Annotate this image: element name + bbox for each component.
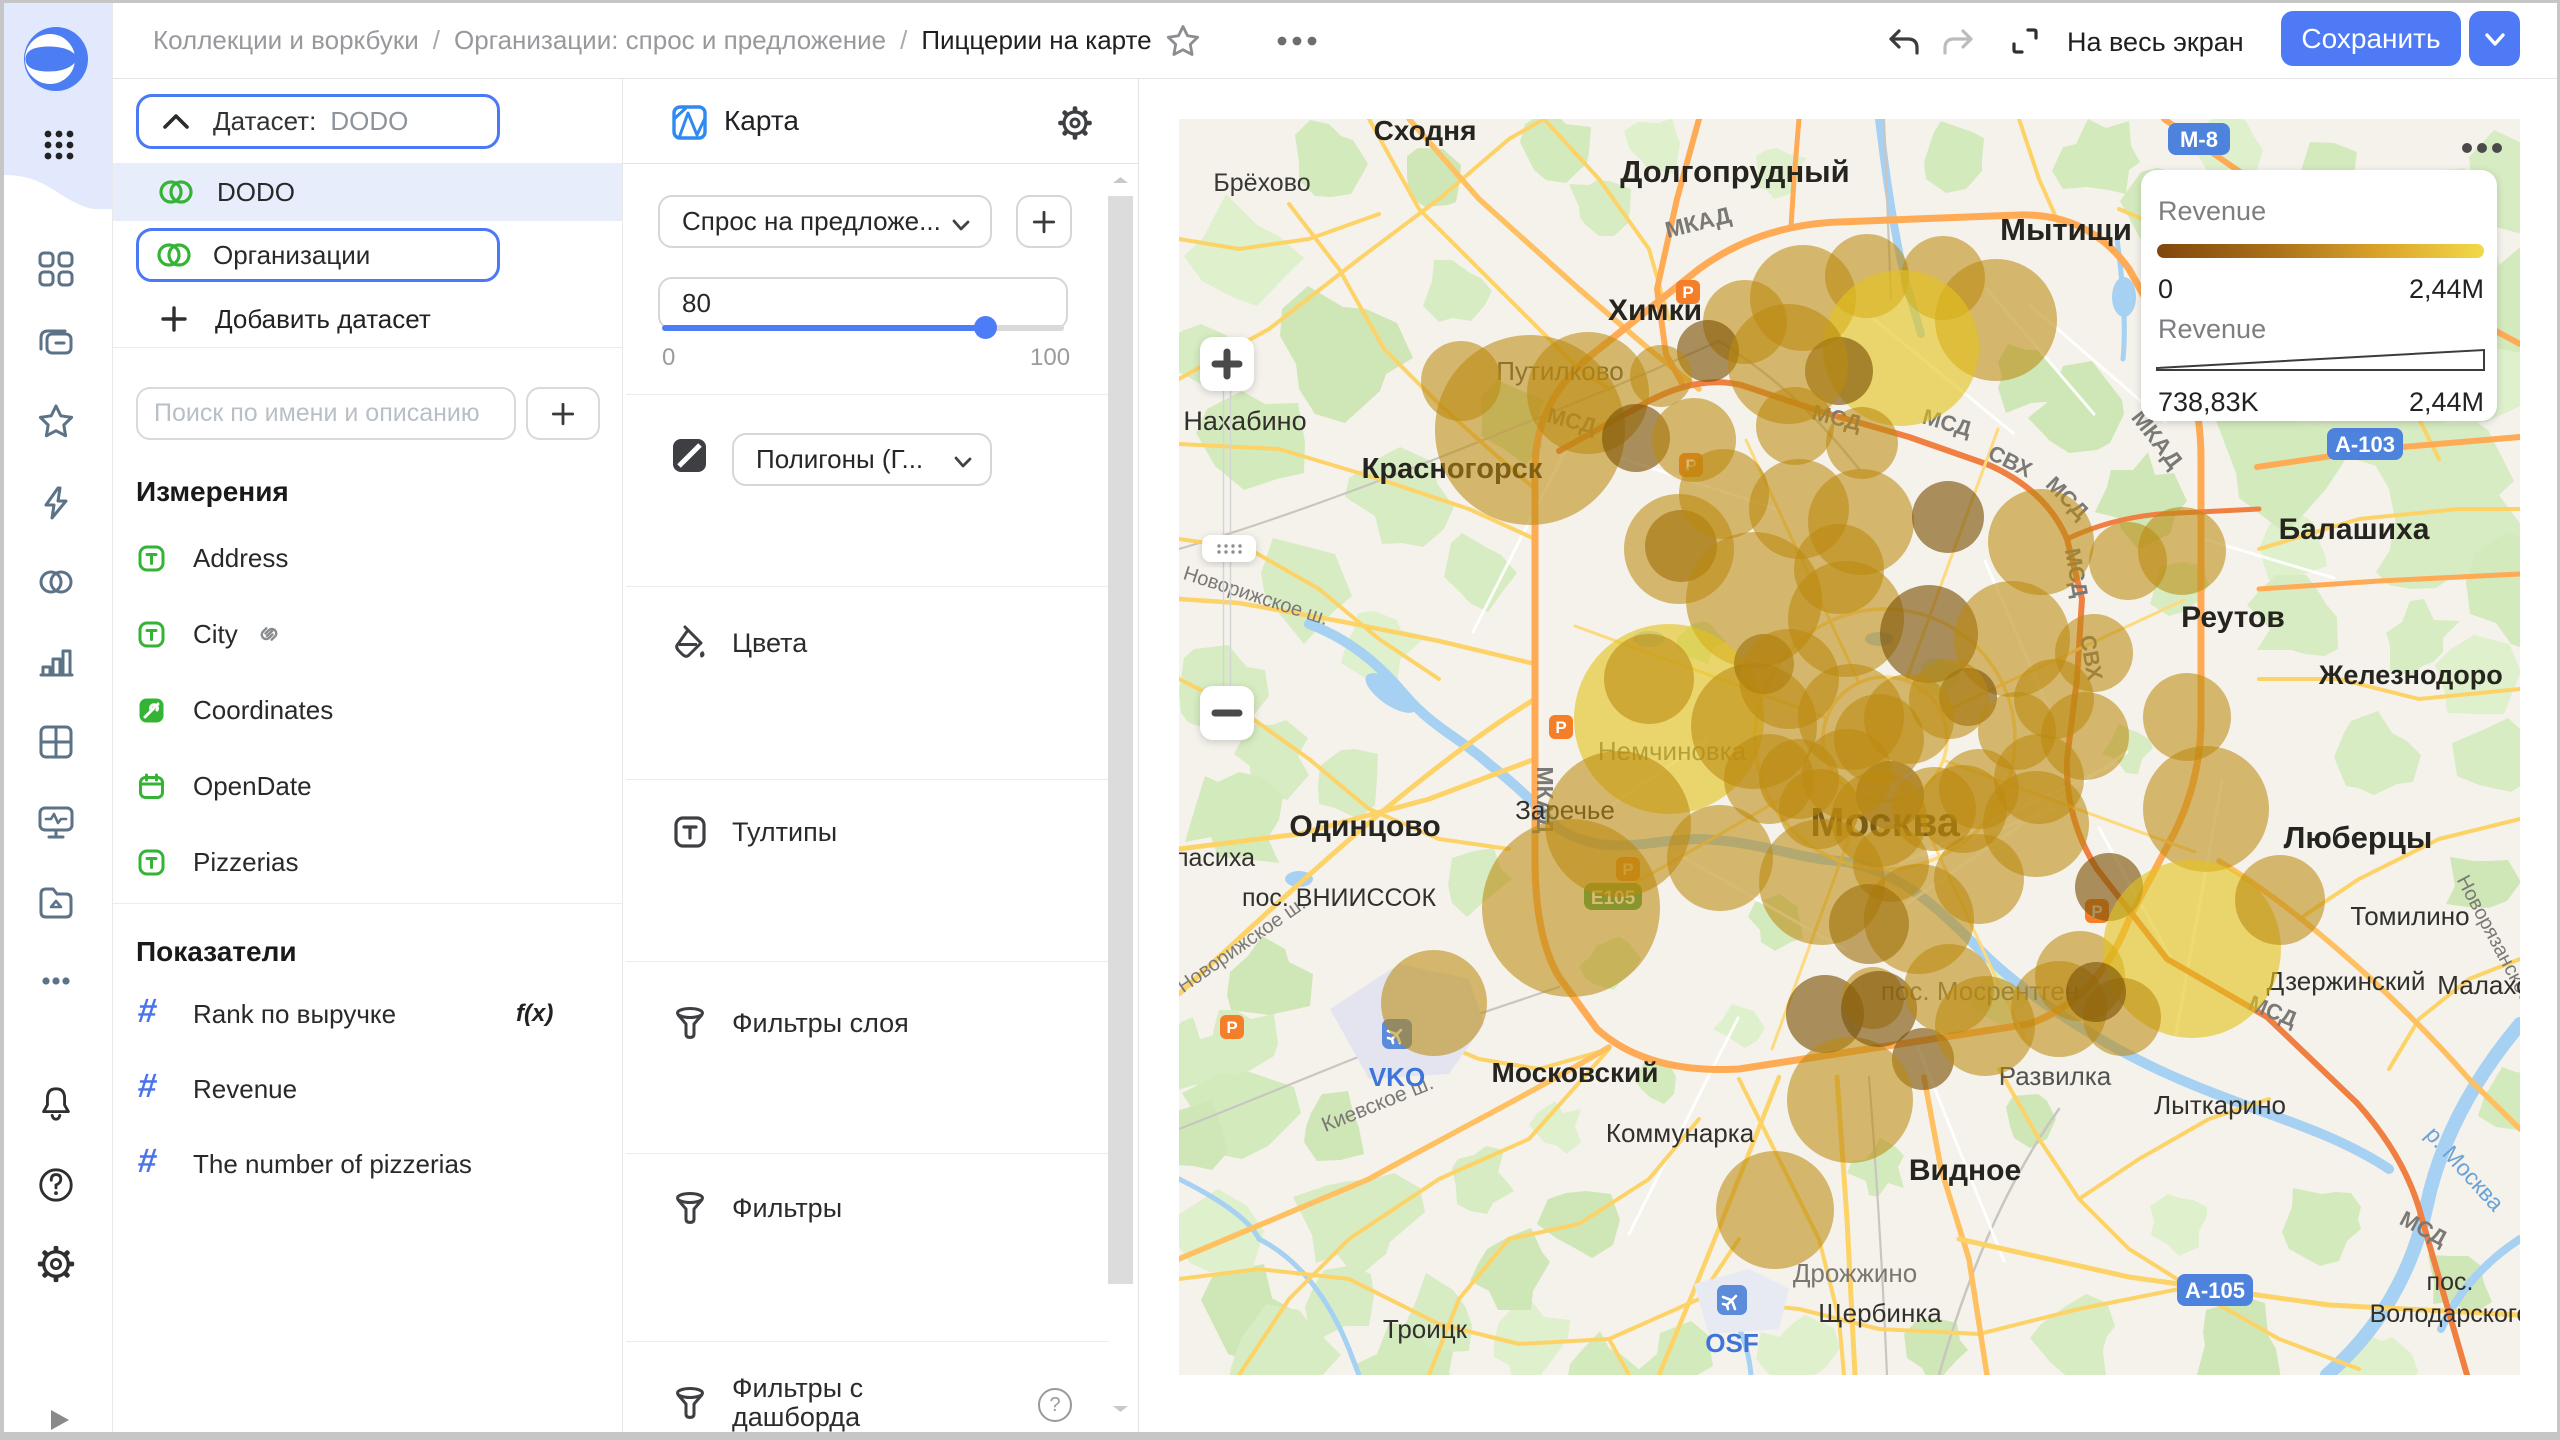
svg-text:Сходня: Сходня bbox=[1374, 119, 1477, 146]
svg-text:А-105: А-105 bbox=[2185, 1278, 2245, 1303]
svg-text:М-8: М-8 bbox=[2180, 127, 2218, 152]
svg-text:А-103: А-103 bbox=[2335, 432, 2395, 457]
svg-text:Одинцово: Одинцово bbox=[1289, 810, 1440, 843]
svg-text:Балашиха: Балашиха bbox=[2279, 513, 2430, 546]
svg-text:Дрожжино: Дрожжино bbox=[1793, 1258, 1917, 1288]
svg-text:Щербинка: Щербинка bbox=[1818, 1298, 1942, 1328]
svg-text:P: P bbox=[1682, 283, 1693, 302]
svg-text:Люберцы: Люберцы bbox=[2284, 820, 2433, 855]
svg-text:Реутов: Реутов bbox=[2181, 601, 2285, 634]
svg-text:Развилка: Развилка bbox=[1999, 1061, 2112, 1091]
svg-text:Володарского: Володарского bbox=[2370, 1300, 2520, 1328]
svg-text:Нахабино: Нахабино bbox=[1183, 406, 1306, 436]
svg-text:пасиха: пасиха bbox=[1179, 844, 1255, 872]
svg-text:Московский: Московский bbox=[1492, 1057, 1659, 1088]
svg-text:Revenue: Revenue bbox=[2158, 196, 2266, 226]
svg-text:2,44M: 2,44M bbox=[2409, 274, 2484, 304]
svg-text:Малаховка: Малаховка bbox=[2437, 970, 2520, 1000]
svg-text:OSF: OSF bbox=[1705, 1328, 1758, 1358]
svg-text:Видное: Видное bbox=[1909, 1154, 2021, 1187]
svg-text:Железнодоро: Железнодоро bbox=[2318, 660, 2503, 690]
svg-text:Долгопрудный: Долгопрудный bbox=[1620, 154, 1849, 189]
svg-text:Revenue: Revenue bbox=[2158, 314, 2266, 344]
svg-text:738,83K: 738,83K bbox=[2158, 387, 2259, 417]
svg-text:Томилино: Томилино bbox=[2350, 901, 2469, 931]
svg-text:Лыткарино: Лыткарино bbox=[2154, 1090, 2286, 1120]
svg-text:Коммунарка: Коммунарка bbox=[1606, 1118, 1755, 1148]
svg-text:пос. ВНИИССОК: пос. ВНИИССОК bbox=[1242, 884, 1437, 912]
svg-text:Брёхово: Брёхово bbox=[1213, 169, 1310, 197]
svg-text:0: 0 bbox=[2158, 274, 2173, 304]
svg-text:Троицк: Троицк bbox=[1383, 1314, 1468, 1344]
svg-text:2,44M: 2,44M bbox=[2409, 387, 2484, 417]
svg-text:VKO: VKO bbox=[1369, 1062, 1425, 1092]
svg-text:P: P bbox=[1555, 718, 1566, 737]
svg-text:Мытищи: Мытищи bbox=[2000, 212, 2132, 247]
svg-text:Дзержинский: Дзержинский bbox=[2267, 966, 2426, 996]
svg-text:P: P bbox=[1226, 1018, 1237, 1037]
svg-text:пос.: пос. bbox=[2427, 1268, 2474, 1296]
